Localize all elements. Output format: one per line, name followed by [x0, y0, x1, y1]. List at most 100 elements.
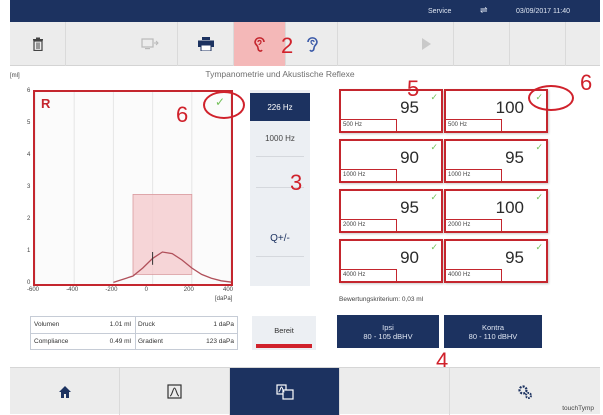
reflex-card[interactable]: 95 ✓ 2000 Hz	[339, 189, 443, 233]
zoom-button[interactable]: Q+/-	[250, 224, 310, 252]
ipsi-range: 80 - 105 dBHV	[363, 331, 413, 341]
transfer-button[interactable]	[122, 22, 178, 66]
reflex-value: 90	[400, 148, 419, 167]
compliance-value: 0.49 ml	[109, 338, 131, 345]
reflex-card[interactable]: 95 ✓ 500 Hz	[339, 89, 443, 133]
reflex-frequency: 1000 Hz	[446, 169, 502, 181]
check-icon: ✓	[535, 142, 543, 152]
x-tick-label: 400	[223, 287, 234, 293]
left-ear-button[interactable]	[286, 22, 338, 66]
annotation-circle	[528, 85, 574, 111]
annotation-5: 5	[407, 76, 420, 101]
reflex-value: 95	[400, 198, 419, 217]
tympanogram-chart: R ✓	[33, 90, 233, 286]
reflex-card[interactable]: 90 ✓ 4000 Hz	[339, 239, 443, 283]
reflex-frequency: 2000 Hz	[446, 219, 502, 231]
compliance-label: Compliance	[34, 338, 69, 345]
bottom-bar: touchTymp	[10, 367, 600, 415]
annotation-3: 3	[290, 170, 303, 195]
annotation-6-card: 6	[580, 70, 593, 95]
play-icon	[421, 38, 431, 50]
freq-226-button[interactable]: 226 Hz	[250, 93, 310, 121]
reflex-frequency: 2000 Hz	[341, 219, 397, 231]
y-tick-label: 6	[27, 88, 31, 94]
druck-value: 1 daPa	[213, 321, 234, 328]
reflex-card[interactable]: 95 ✓ 1000 Hz	[444, 139, 548, 183]
kontra-title: Kontra	[481, 322, 505, 332]
ear-left-icon	[306, 37, 318, 52]
ready-label: Bereit	[274, 326, 294, 335]
check-icon: ✓	[430, 192, 438, 202]
settings-button[interactable]: touchTymp	[450, 368, 600, 415]
reflex-value: 95	[505, 248, 524, 267]
reflex-frequency: 1000 Hz	[341, 169, 397, 181]
chart-icon	[167, 384, 182, 399]
y-tick-label: 3	[27, 184, 31, 190]
check-icon: ✓	[430, 92, 438, 102]
screens-icon	[275, 383, 294, 400]
divider	[256, 156, 304, 157]
print-button[interactable]	[178, 22, 234, 66]
reflex-card[interactable]: 95 ✓ 4000 Hz	[444, 239, 548, 283]
y-tick-label: 5	[27, 120, 31, 126]
home-icon	[58, 385, 71, 398]
screens-view-button[interactable]	[230, 368, 340, 415]
y-tick-label: 0	[27, 280, 31, 286]
status-bar: Service ⇌ 03/09/2017 11:40	[10, 0, 600, 22]
reflex-card[interactable]: 100 ✓ 2000 Hz	[444, 189, 548, 233]
toolbar	[10, 22, 600, 66]
toolbar-slot	[454, 22, 510, 66]
ipsi-button[interactable]: Ipsi 80 - 105 dBHV	[337, 315, 439, 348]
ear-right-icon	[253, 37, 265, 52]
x-tick-label: -200	[105, 287, 118, 293]
delete-button[interactable]	[10, 22, 66, 66]
kontra-range: 80 - 110 dBHV	[468, 331, 518, 341]
y-tick-label: 1	[27, 248, 31, 254]
check-icon: ✓	[535, 192, 543, 202]
reflex-frequency: 4000 Hz	[341, 269, 397, 281]
x-tick-label: 0	[144, 287, 148, 293]
check-icon: ✓	[430, 242, 438, 252]
page-title: Tympanometrie und Akustische Reflexe	[205, 69, 355, 79]
empty-slot	[340, 368, 450, 415]
x-tick-label: -400	[66, 287, 79, 293]
reflex-value: 95	[505, 148, 524, 167]
reflex-frequency: 500 Hz	[446, 119, 502, 131]
reflex-frequency: 4000 Hz	[446, 269, 502, 281]
play-button[interactable]	[398, 22, 454, 66]
check-icon: ✓	[430, 142, 438, 152]
right-ear-button[interactable]	[234, 22, 286, 66]
annotation-2: 2	[281, 33, 294, 58]
x-tick-label: -600	[27, 287, 40, 293]
col-divider	[135, 317, 136, 349]
reflex-frequency: 500 Hz	[341, 119, 397, 131]
ready-bar	[256, 344, 312, 348]
toolbar-slot	[510, 22, 566, 66]
x-tick-label: 200	[183, 287, 194, 293]
brand-label: touchTymp	[562, 405, 594, 412]
ipsi-title: Ipsi	[382, 322, 394, 332]
kontra-button[interactable]: Kontra 80 - 110 dBHV	[444, 315, 542, 348]
annotation-6-chart: 6	[176, 102, 189, 127]
normal-region	[132, 194, 193, 275]
freq-1000-button[interactable]: 1000 Hz	[250, 124, 310, 152]
gradient-value: 123 daPa	[206, 338, 234, 345]
divider	[256, 256, 304, 257]
y-tick-label: 4	[27, 152, 31, 158]
printer-icon	[197, 37, 214, 51]
chart-view-button[interactable]	[120, 368, 230, 415]
home-button[interactable]	[10, 368, 120, 415]
check-icon: ✓	[535, 242, 543, 252]
criterion-text: Bewertungskriterium: 0,03 ml	[339, 296, 424, 303]
x-axis-label: [daPa]	[215, 296, 233, 302]
reflex-card[interactable]: 90 ✓ 1000 Hz	[339, 139, 443, 183]
druck-label: Druck	[138, 321, 155, 328]
annotation-circle	[203, 91, 245, 119]
service-label: Service	[428, 8, 452, 15]
settings-icon	[518, 384, 532, 399]
trash-icon	[32, 37, 43, 51]
monitor-transfer-icon	[140, 38, 159, 50]
reflex-value: 90	[400, 248, 419, 267]
reflex-value: 100	[495, 98, 524, 117]
measurements-table: Volumen 1.01 ml Druck 1 daPa Compliance …	[30, 316, 238, 350]
